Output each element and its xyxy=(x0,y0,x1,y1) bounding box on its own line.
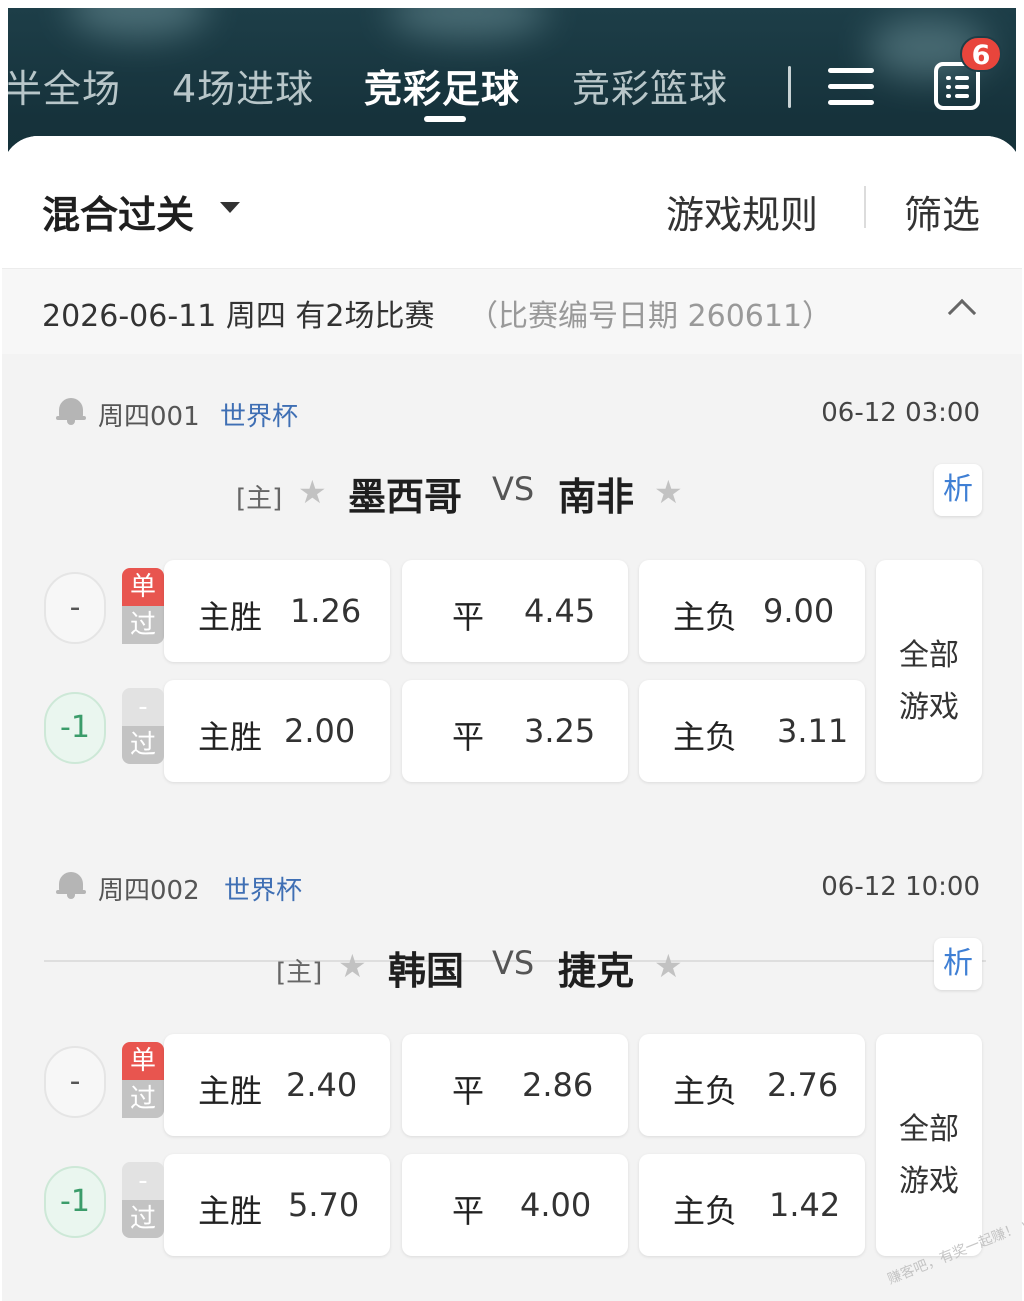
odds-draw[interactable]: 平 2.86 xyxy=(402,1034,628,1136)
handicap-indicator: -1 xyxy=(44,1166,106,1238)
divider xyxy=(864,186,866,228)
single-tag: 单 xyxy=(122,1042,164,1080)
odds-value: 4.00 xyxy=(520,1186,592,1224)
odds-home-lose[interactable]: 主负 2.76 xyxy=(639,1034,865,1136)
odds-value: 1.26 xyxy=(290,592,362,630)
odds-value: 5.70 xyxy=(288,1186,360,1224)
home-team: 墨西哥 xyxy=(348,475,463,519)
parlay-tag: 过 xyxy=(122,726,164,764)
all-play-label: 游戏 xyxy=(899,1164,959,1199)
odds-value: 1.42 xyxy=(769,1186,841,1224)
odds-value: 2.40 xyxy=(286,1066,358,1104)
vs-label: VS xyxy=(492,470,535,508)
home-tag: [主] xyxy=(276,958,323,988)
favorite-star-icon[interactable]: ★ xyxy=(654,948,683,984)
odds-label: 主负 xyxy=(673,598,738,636)
analysis-button[interactable]: 析 xyxy=(934,464,982,516)
analysis-button[interactable]: 析 xyxy=(934,938,982,990)
odds-label: 平 xyxy=(452,1072,485,1110)
caret-down-icon[interactable] xyxy=(220,202,240,213)
odds-label: 平 xyxy=(452,718,485,756)
home-tag: [主] xyxy=(236,484,283,514)
active-tab-indicator xyxy=(424,116,466,122)
vs-label: VS xyxy=(492,944,535,982)
away-team: 南非 xyxy=(558,475,635,519)
odds-value: 3.11 xyxy=(777,712,849,750)
odds-draw-handicap[interactable]: 平 4.00 xyxy=(402,1154,628,1256)
odds-value: 9.00 xyxy=(763,592,835,630)
match-code-date: （比赛编号日期 260611） xyxy=(468,299,833,334)
odds-home-win-handicap[interactable]: 主胜 2.00 xyxy=(164,680,390,782)
game-rules-link[interactable]: 游戏规则 xyxy=(666,184,818,239)
odds-home-lose-handicap[interactable]: 主负 1.42 xyxy=(639,1154,865,1256)
handicap-indicator: - xyxy=(44,1046,106,1118)
match-time: 06-12 03:00 xyxy=(821,398,980,428)
match-code: 周四001 xyxy=(98,402,200,432)
odds-label: 平 xyxy=(452,1192,485,1230)
teams-row: [主] ★ 韩国 VS 捷克 ★ xyxy=(2,940,1022,993)
odds-label: 主胜 xyxy=(198,1072,263,1110)
odds-value: 2.76 xyxy=(767,1066,839,1104)
away-team: 捷克 xyxy=(558,949,635,993)
all-play-button[interactable]: 全部 游戏 xyxy=(876,560,982,782)
tab-football-lottery[interactable]: 竞彩足球 xyxy=(364,58,520,113)
match-list: 周四001 世界杯 06-12 03:00 [主] ★ 墨西哥 VS 南非 ★ … xyxy=(2,354,1022,1301)
odds-home-win[interactable]: 主胜 2.40 xyxy=(164,1034,390,1136)
odds-home-win-handicap[interactable]: 主胜 5.70 xyxy=(164,1154,390,1256)
date-summary: 2026-06-11 周四 有2场比赛 xyxy=(42,299,435,334)
single-tag: 单 xyxy=(122,568,164,606)
parlay-tag: 过 xyxy=(122,1080,164,1118)
tab-basketball-lottery[interactable]: 竞彩篮球 xyxy=(572,58,728,113)
odds-value: 2.86 xyxy=(522,1066,594,1104)
all-play-label: 全部 xyxy=(899,1112,959,1147)
all-play-button[interactable]: 全部 游戏 xyxy=(876,1034,982,1256)
home-team: 韩国 xyxy=(388,949,465,993)
league-name[interactable]: 世界杯 xyxy=(220,396,298,433)
parlay-tag: 过 xyxy=(122,606,164,644)
tab-half-full[interactable]: 半全场 xyxy=(8,58,121,113)
single-tag-disabled: - xyxy=(122,688,164,726)
play-mode-bar: 混合过关 游戏规则 筛选 xyxy=(2,136,1022,268)
match-time: 06-12 10:00 xyxy=(821,872,980,902)
odds-label: 主负 xyxy=(673,1072,738,1110)
odds-draw[interactable]: 平 4.45 xyxy=(402,560,628,662)
bell-icon[interactable] xyxy=(56,870,86,899)
league-name[interactable]: 世界杯 xyxy=(224,870,302,907)
odds-label: 主胜 xyxy=(198,1192,263,1230)
odds-label: 平 xyxy=(452,598,485,636)
bell-icon[interactable] xyxy=(56,396,86,425)
odds-home-lose[interactable]: 主负 9.00 xyxy=(639,560,865,662)
chevron-up-icon[interactable] xyxy=(947,298,977,328)
betslip-count-badge: 6 xyxy=(960,36,1002,72)
favorite-star-icon[interactable]: ★ xyxy=(338,948,367,984)
odds-label: 主胜 xyxy=(198,718,263,756)
tab-four-goals[interactable]: 4场进球 xyxy=(172,58,314,113)
main-card: 混合过关 游戏规则 筛选 2026-06-11 周四 有2场比赛 （比赛编号日期… xyxy=(2,136,1022,1301)
odds-label: 主负 xyxy=(673,718,738,756)
hamburger-menu-icon[interactable] xyxy=(828,68,874,106)
odds-draw-handicap[interactable]: 平 3.25 xyxy=(402,680,628,782)
teams-row: [主] ★ 墨西哥 VS 南非 ★ xyxy=(2,466,1022,519)
odds-home-win[interactable]: 主胜 1.26 xyxy=(164,560,390,662)
handicap-indicator: - xyxy=(44,572,106,644)
filter-button[interactable]: 筛选 xyxy=(904,184,980,239)
single-tag-disabled: - xyxy=(122,1162,164,1200)
date-group-header[interactable]: 2026-06-11 周四 有2场比赛 （比赛编号日期 260611） xyxy=(2,268,1022,354)
odds-value: 4.45 xyxy=(524,592,596,630)
favorite-star-icon[interactable]: ★ xyxy=(654,474,683,510)
parlay-tag: 过 xyxy=(122,1200,164,1238)
odds-label: 主负 xyxy=(673,1192,738,1230)
match-code: 周四002 xyxy=(98,876,200,906)
all-play-label: 游戏 xyxy=(899,690,959,725)
tabs-divider xyxy=(788,66,791,108)
odds-value: 3.25 xyxy=(524,712,596,750)
odds-label: 主胜 xyxy=(198,598,263,636)
favorite-star-icon[interactable]: ★ xyxy=(298,474,327,510)
odds-home-lose-handicap[interactable]: 主负 3.11 xyxy=(639,680,865,782)
play-mode-select[interactable]: 混合过关 xyxy=(42,184,194,239)
handicap-indicator: -1 xyxy=(44,692,106,764)
all-play-label: 全部 xyxy=(899,638,959,673)
odds-value: 2.00 xyxy=(284,712,356,750)
